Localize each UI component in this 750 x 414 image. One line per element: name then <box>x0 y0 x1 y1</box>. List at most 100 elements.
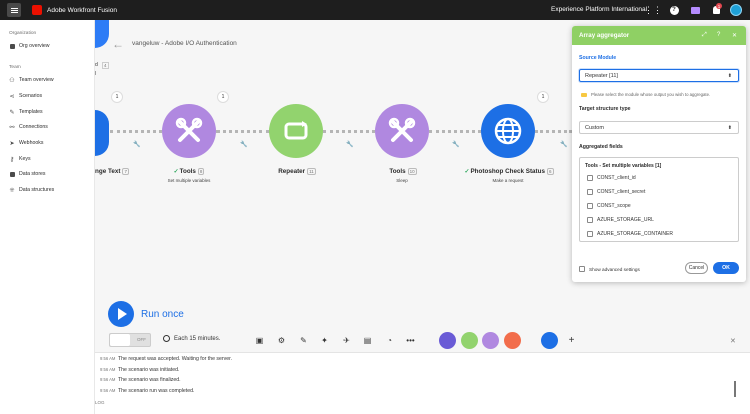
org-icon <box>9 43 15 49</box>
connector[interactable] <box>216 130 270 133</box>
adobe-logo-icon <box>32 5 42 15</box>
partial-text: l <box>95 71 97 77</box>
share-icon: ⋖ <box>9 93 15 100</box>
wrench-icon[interactable]: 🔧 <box>240 141 247 148</box>
wrench-icon[interactable]: 🔧 <box>133 141 140 148</box>
scenario-name[interactable]: vangeluw - Adobe I/O Authentication <box>132 40 237 47</box>
target-structure-select[interactable]: Custom ⬍ <box>579 121 739 134</box>
run-once-label[interactable]: Run once <box>141 309 184 320</box>
http-globe-icon[interactable] <box>541 332 558 349</box>
log-tab-label[interactable]: LOG <box>95 400 105 405</box>
auto-align-icon[interactable]: ✦ <box>320 336 329 345</box>
scheduling-toggle[interactable]: OFF <box>109 333 151 347</box>
source-module-select[interactable]: Repeater [11] ⬍ <box>579 69 739 82</box>
tools-node-10[interactable] <box>375 104 429 158</box>
node-label: Tools 10 <box>389 168 417 176</box>
sidebar-item-label: Scenarios <box>19 93 43 99</box>
wrench-icon[interactable]: 🔧 <box>452 141 459 148</box>
sidebar-item-connections[interactable]: ⚯ Connections <box>9 123 47 131</box>
apps-grid-icon[interactable]: ⋮⋮ <box>644 5 662 15</box>
connector[interactable] <box>429 130 481 133</box>
key-icon: ⚷ <box>9 156 15 163</box>
info-icon <box>581 92 587 97</box>
settings-gear-icon[interactable]: ⚙ <box>277 336 286 345</box>
flow-icon[interactable]: ✈ <box>342 336 351 345</box>
sidebar-item-data-structures[interactable]: ⁜ Data structures <box>9 186 54 194</box>
cancel-button[interactable]: Cancel <box>685 262 708 274</box>
user-avatar[interactable] <box>730 4 742 16</box>
wrench-icon[interactable]: 🔧 <box>346 141 353 148</box>
sidebar-team-header: Team <box>9 65 21 70</box>
menu-icon[interactable] <box>7 3 21 17</box>
link-icon: ⚯ <box>9 124 15 131</box>
sidebar-item-team-overview[interactable]: ⚇ Team overview <box>9 76 54 84</box>
webhook-icon: ➤ <box>9 140 15 147</box>
wrench-icon[interactable]: 🔧 <box>560 141 567 148</box>
help-icon[interactable]: ? <box>669 5 679 15</box>
sidebar-item-label: Team overview <box>19 77 54 83</box>
aggregated-fields-list[interactable]: Tools - Set multiple variables [1] CONST… <box>579 157 739 242</box>
save-icon[interactable]: ▣ <box>255 336 264 345</box>
flow-control-icon[interactable] <box>439 332 456 349</box>
sidebar-item-label: Webhooks <box>19 140 44 146</box>
sidebar-org-header: Organization <box>9 31 37 36</box>
aggregated-group-title: Tools - Set multiple variables [1] <box>585 163 662 169</box>
log-entry: 9:56 AM The request was accepted. Waiting… <box>100 356 232 362</box>
run-once-button[interactable] <box>108 301 134 327</box>
add-module-icon[interactable]: + <box>567 335 576 346</box>
operation-bubble[interactable]: 1 <box>217 91 229 103</box>
sidebar-item-templates[interactable]: ✎ Templates <box>9 108 43 116</box>
node-label: nge Text 7 <box>95 168 129 176</box>
sidebar-item-label: Data structures <box>19 187 55 193</box>
more-icon[interactable]: ••• <box>406 336 415 345</box>
text-parser-icon[interactable] <box>504 332 521 349</box>
sidebar-item-org-overview[interactable]: Org overview <box>9 42 50 50</box>
close-panel-icon[interactable]: ✕ <box>732 32 737 39</box>
sidebar-item-webhooks[interactable]: ➤ Webhooks <box>9 139 43 147</box>
close-icon[interactable]: ✕ <box>730 337 736 345</box>
announcements-icon[interactable] <box>690 5 700 15</box>
sidebar-item-keys[interactable]: ⚷ Keys <box>9 155 31 163</box>
expand-icon[interactable]: ⤢ <box>702 32 707 39</box>
partial-text: d <box>95 62 98 68</box>
connector[interactable] <box>535 130 572 133</box>
performance-icon[interactable]: ◔ <box>385 336 394 345</box>
org-switcher[interactable]: Experience Platform International <box>551 6 647 13</box>
operation-bubble[interactable]: 1 <box>537 91 549 103</box>
notification-badge: 1 <box>716 3 722 9</box>
sidebar-item-scenarios[interactable]: ⋖ Scenarios <box>9 92 42 100</box>
connector[interactable] <box>323 130 375 133</box>
field-checkbox[interactable]: CONST_client_id <box>587 175 636 181</box>
ok-button[interactable]: OK <box>713 262 739 274</box>
node-subtitle: Make a request <box>492 178 524 183</box>
tools-node-8[interactable] <box>162 104 216 158</box>
partial-module-node[interactable] <box>95 110 109 156</box>
schedule-setting[interactable]: Each 15 minutes. <box>163 335 220 342</box>
operation-bubble[interactable]: 1 <box>111 91 123 103</box>
execution-log: 9:56 AM The request was accepted. Waiting… <box>95 352 750 414</box>
source-module-hint: Please select the module whose output yo… <box>581 92 710 97</box>
sidebar-item-data-stores[interactable]: Data stores <box>9 170 46 178</box>
repeater-node-11[interactable] <box>269 104 323 158</box>
advanced-settings-toggle[interactable]: Show advanced settings <box>579 266 640 272</box>
repeat-icon <box>284 121 308 140</box>
field-checkbox[interactable]: CONST_client_secret <box>587 189 645 195</box>
field-checkbox[interactable]: CONST_scope <box>587 203 631 209</box>
notes-icon[interactable]: ✎ <box>299 336 308 345</box>
field-checkbox[interactable]: AZURE_STORAGE_CONTAINER <box>587 231 673 237</box>
log-scrollbar[interactable] <box>734 381 736 397</box>
source-module-label: Source Module <box>579 55 617 61</box>
target-structure-label: Target structure type <box>579 106 631 112</box>
back-arrow-icon[interactable]: ← <box>112 37 124 51</box>
photoshop-check-status-node[interactable] <box>481 104 535 158</box>
field-checkbox[interactable]: AZURE_STORAGE_URL <box>587 217 654 223</box>
select-caret-icon: ⬍ <box>727 124 732 131</box>
tools-module-icon[interactable] <box>482 332 499 349</box>
schedule-label: Each 15 minutes. <box>174 335 221 342</box>
tools-settings-icon[interactable] <box>461 332 478 349</box>
briefcase-icon[interactable]: ▤ <box>363 336 372 345</box>
help-icon[interactable]: ? <box>717 32 720 38</box>
sidebar-item-label: Templates <box>19 109 43 115</box>
array-aggregator-panel: Array aggregator ⤢ ? ✕ Source Module Rep… <box>572 26 746 282</box>
connector[interactable] <box>110 130 162 133</box>
